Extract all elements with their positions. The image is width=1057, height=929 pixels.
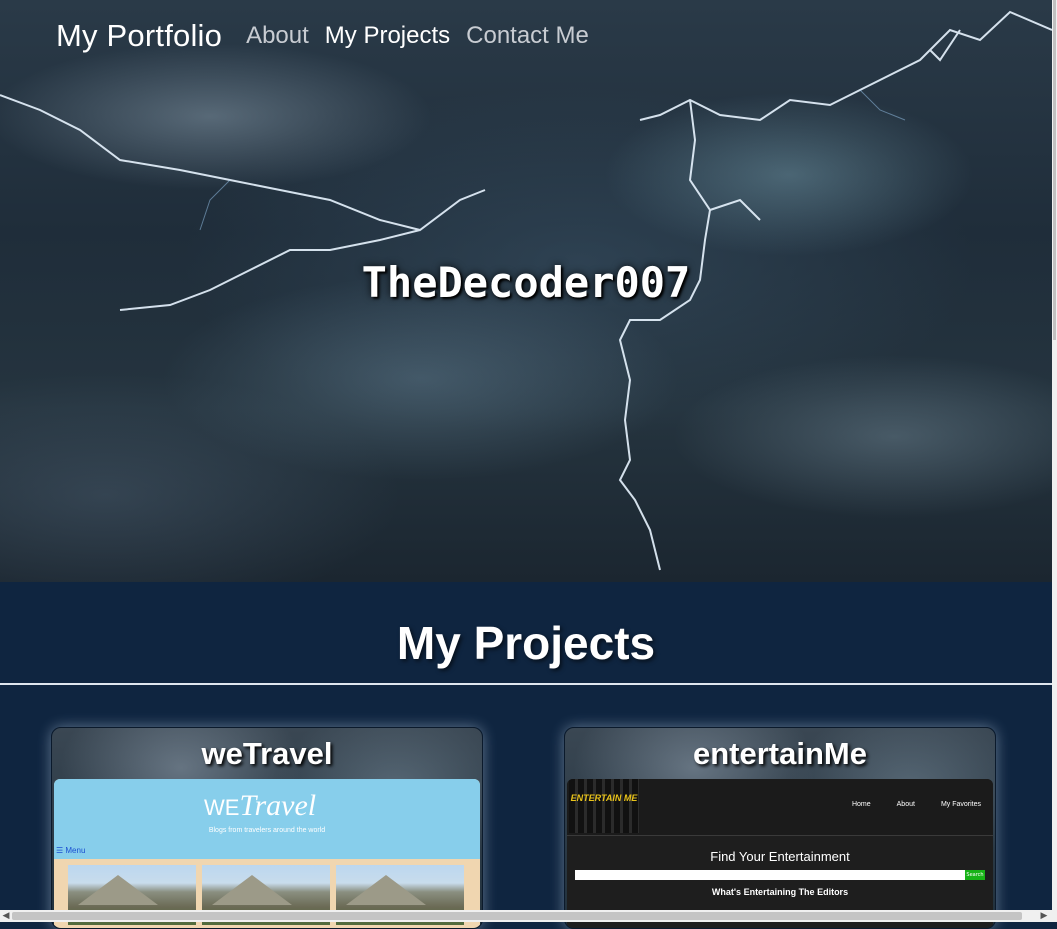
entertainme-logo: ENTERTAIN ME bbox=[569, 779, 639, 833]
nav-link-about[interactable]: About bbox=[246, 22, 309, 50]
projects-heading: My Projects bbox=[396, 617, 656, 669]
project-card-title: weTravel bbox=[201, 736, 333, 771]
nav-link-my-projects[interactable]: My Projects bbox=[325, 22, 450, 50]
projects-section-header: My Projects bbox=[0, 582, 1052, 685]
horizontal-scrollbar-thumb[interactable] bbox=[12, 912, 1022, 920]
entertainme-subheading: What's Entertaining The Editors bbox=[711, 887, 849, 897]
wetravel-logo: WETravel bbox=[204, 789, 317, 822]
project-card-title: entertainMe bbox=[693, 736, 867, 771]
entertainme-search: Search bbox=[575, 870, 985, 880]
entertainme-search-input bbox=[575, 870, 965, 880]
project-preview-image[interactable]: ENTERTAIN ME Home About My Favorites Fin… bbox=[567, 779, 993, 928]
vertical-scrollbar-thumb[interactable] bbox=[1053, 0, 1056, 340]
scroll-left-arrow-icon[interactable]: ◀ bbox=[0, 910, 12, 922]
project-card-wetravel[interactable]: weTravel WETravel Blogs from travelers a… bbox=[51, 727, 483, 929]
top-nav: My Portfolio About My Projects Contact M… bbox=[56, 18, 605, 54]
nav-link-contact-me[interactable]: Contact Me bbox=[466, 22, 589, 50]
hero-title: TheDecoder007 bbox=[361, 258, 691, 307]
project-card-entertainme[interactable]: entertainMe ENTERTAIN ME Home About My F… bbox=[564, 727, 996, 929]
entertainme-search-button: Search bbox=[965, 870, 985, 880]
wetravel-tagline: Blogs from travelers around the world bbox=[208, 827, 326, 834]
wetravel-preview-header: WETravel Blogs from travelers around the… bbox=[54, 779, 480, 859]
hero-section: My Portfolio About My Projects Contact M… bbox=[0, 0, 1052, 582]
wetravel-menu: ☰ Menu bbox=[56, 846, 86, 855]
entertainme-heading: Find Your Entertainment bbox=[710, 849, 850, 864]
brand-logo-link[interactable]: My Portfolio bbox=[56, 18, 222, 54]
project-preview-image[interactable]: WETravel Blogs from travelers around the… bbox=[54, 779, 480, 928]
scroll-right-arrow-icon[interactable]: ▶ bbox=[1038, 910, 1050, 922]
entertainme-preview-links: Home About My Favorites bbox=[851, 801, 981, 808]
entertainme-preview-nav: ENTERTAIN ME Home About My Favorites bbox=[567, 779, 993, 836]
